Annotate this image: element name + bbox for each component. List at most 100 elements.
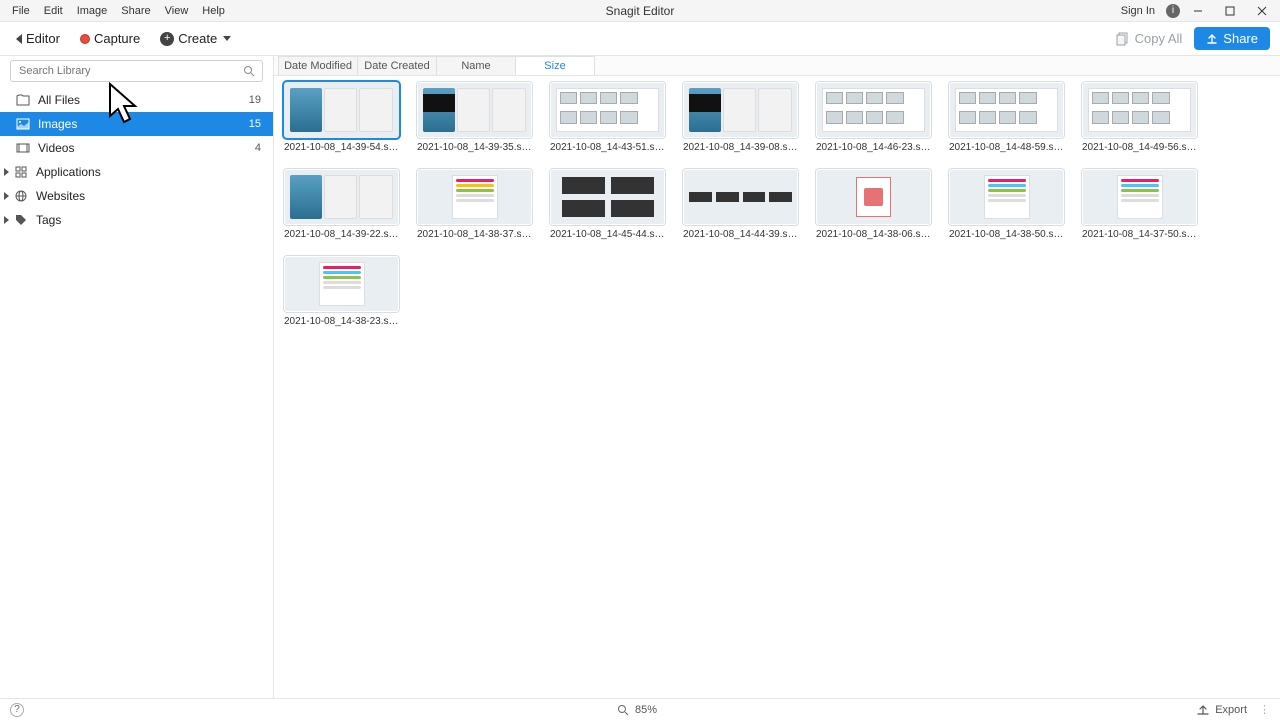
create-button[interactable]: + Create — [154, 27, 237, 50]
export-icon — [1197, 704, 1209, 716]
menu-bar: File Edit Image Share View Help Snagit E… — [0, 0, 1280, 22]
file-name: 2021-10-08_14-46-23.snagx — [816, 142, 931, 153]
tab-name[interactable]: Name — [436, 56, 516, 75]
tab-date-created[interactable]: Date Created — [357, 56, 437, 75]
video-icon — [16, 142, 30, 154]
menu-image[interactable]: Image — [71, 3, 114, 19]
file-name: 2021-10-08_14-39-35.snagx — [417, 142, 532, 153]
copy-icon — [1116, 32, 1130, 46]
file-thumbnail[interactable]: 2021-10-08_14-38-37.snagx — [417, 169, 532, 240]
thumbnail-grid: 2021-10-08_14-39-54.snagx 2021-10-08_14-… — [274, 76, 1280, 698]
thumbnail-image — [816, 169, 931, 225]
tag-icon — [14, 214, 28, 226]
expand-icon — [4, 216, 9, 224]
file-thumbnail[interactable]: 2021-10-08_14-39-35.snagx — [417, 82, 532, 153]
search-icon[interactable] — [617, 704, 629, 716]
more-icon[interactable]: ⋮ — [1259, 703, 1270, 716]
thumbnail-image — [417, 169, 532, 225]
file-name: 2021-10-08_14-38-23.snagx — [284, 316, 399, 327]
menu-view[interactable]: View — [159, 3, 195, 19]
record-icon — [80, 34, 90, 44]
help-icon[interactable]: ? — [10, 703, 24, 717]
file-thumbnail[interactable]: 2021-10-08_14-48-59.snagx — [949, 82, 1064, 153]
file-thumbnail[interactable]: 2021-10-08_14-39-22.snagx — [284, 169, 399, 240]
file-thumbnail[interactable]: 2021-10-08_14-39-08.snagx — [683, 82, 798, 153]
plus-icon: + — [160, 32, 174, 46]
status-bar: ? 85% Export ⋮ — [0, 698, 1280, 720]
chevron-down-icon — [223, 36, 231, 41]
export-button[interactable]: Export — [1215, 704, 1247, 716]
file-thumbnail[interactable]: 2021-10-08_14-38-23.snagx — [284, 256, 399, 327]
file-name: 2021-10-08_14-39-54.snagx — [284, 142, 399, 153]
sidebar-item-all-files[interactable]: All Files 19 — [0, 88, 273, 112]
menu-items: File Edit Image Share View Help — [0, 3, 231, 19]
share-icon — [1206, 33, 1218, 45]
chevron-left-icon — [16, 34, 22, 44]
menu-file[interactable]: File — [6, 3, 36, 19]
file-name: 2021-10-08_14-39-22.snagx — [284, 229, 399, 240]
sidebar-item-tags[interactable]: Tags — [0, 208, 273, 232]
content-area: Date Modified Date Created Name Size 202… — [274, 56, 1280, 698]
thumbnail-image — [417, 82, 532, 138]
expand-icon — [4, 192, 9, 200]
file-thumbnail[interactable]: 2021-10-08_14-39-54.snagx — [284, 82, 399, 153]
file-name: 2021-10-08_14-38-37.snagx — [417, 229, 532, 240]
sidebar-item-applications[interactable]: Applications — [0, 160, 273, 184]
menu-edit[interactable]: Edit — [38, 3, 69, 19]
tab-date-modified[interactable]: Date Modified — [278, 56, 358, 75]
minimize-button[interactable] — [1184, 0, 1212, 22]
toolbar: Editor Capture + Create Copy All Share — [0, 22, 1280, 56]
editor-button[interactable]: Editor — [10, 27, 66, 50]
sidebar-item-videos[interactable]: Videos 4 — [0, 136, 273, 160]
globe-icon — [14, 190, 28, 202]
thumbnail-image — [949, 169, 1064, 225]
thumbnail-image — [816, 82, 931, 138]
image-icon — [16, 118, 30, 130]
info-icon[interactable]: i — [1166, 4, 1180, 18]
zoom-level[interactable]: 85% — [635, 704, 657, 716]
sidebar-item-websites[interactable]: Websites — [0, 184, 273, 208]
capture-button[interactable]: Capture — [74, 27, 146, 50]
file-name: 2021-10-08_14-44-39.snagx — [683, 229, 798, 240]
file-thumbnail[interactable]: 2021-10-08_14-38-50.snagx — [949, 169, 1064, 240]
thumbnail-image — [284, 169, 399, 225]
share-button[interactable]: Share — [1194, 27, 1270, 50]
sidebar-item-images[interactable]: Images 15 — [0, 112, 273, 136]
thumbnail-image — [550, 82, 665, 138]
thumbnail-image — [284, 256, 399, 312]
file-thumbnail[interactable]: 2021-10-08_14-37-50.snagx — [1082, 169, 1197, 240]
thumbnail-image — [1082, 82, 1197, 138]
menu-share[interactable]: Share — [115, 3, 156, 19]
file-thumbnail[interactable]: 2021-10-08_14-44-39.snagx — [683, 169, 798, 240]
thumbnail-image — [683, 82, 798, 138]
file-name: 2021-10-08_14-38-06.snagx — [816, 229, 931, 240]
file-name: 2021-10-08_14-45-44.snagx — [550, 229, 665, 240]
menu-help[interactable]: Help — [196, 3, 231, 19]
file-thumbnail[interactable]: 2021-10-08_14-46-23.snagx — [816, 82, 931, 153]
window-title: Snagit Editor — [606, 4, 675, 18]
file-name: 2021-10-08_14-37-50.snagx — [1082, 229, 1197, 240]
thumbnail-image — [1082, 169, 1197, 225]
file-thumbnail[interactable]: 2021-10-08_14-43-51.snagx — [550, 82, 665, 153]
folder-icon — [16, 94, 30, 106]
thumbnail-image — [949, 82, 1064, 138]
search-icon — [243, 65, 255, 77]
tab-size[interactable]: Size — [515, 56, 595, 75]
file-name: 2021-10-08_14-38-50.snagx — [949, 229, 1064, 240]
file-thumbnail[interactable]: 2021-10-08_14-49-56.snagx — [1082, 82, 1197, 153]
copy-all-button[interactable]: Copy All — [1116, 31, 1183, 46]
sort-tabs: Date Modified Date Created Name Size — [274, 56, 1280, 76]
thumbnail-image — [284, 82, 399, 138]
sign-in-button[interactable]: Sign In — [1117, 3, 1162, 19]
file-name: 2021-10-08_14-43-51.snagx — [550, 142, 665, 153]
expand-icon — [4, 168, 9, 176]
file-name: 2021-10-08_14-49-56.snagx — [1082, 142, 1197, 153]
file-thumbnail[interactable]: 2021-10-08_14-38-06.snagx — [816, 169, 931, 240]
file-thumbnail[interactable]: 2021-10-08_14-45-44.snagx — [550, 169, 665, 240]
thumbnail-image — [683, 169, 798, 225]
thumbnail-image — [550, 169, 665, 225]
file-name: 2021-10-08_14-48-59.snagx — [949, 142, 1064, 153]
maximize-button[interactable] — [1216, 0, 1244, 22]
search-input[interactable] — [10, 60, 263, 82]
close-button[interactable] — [1248, 0, 1276, 22]
